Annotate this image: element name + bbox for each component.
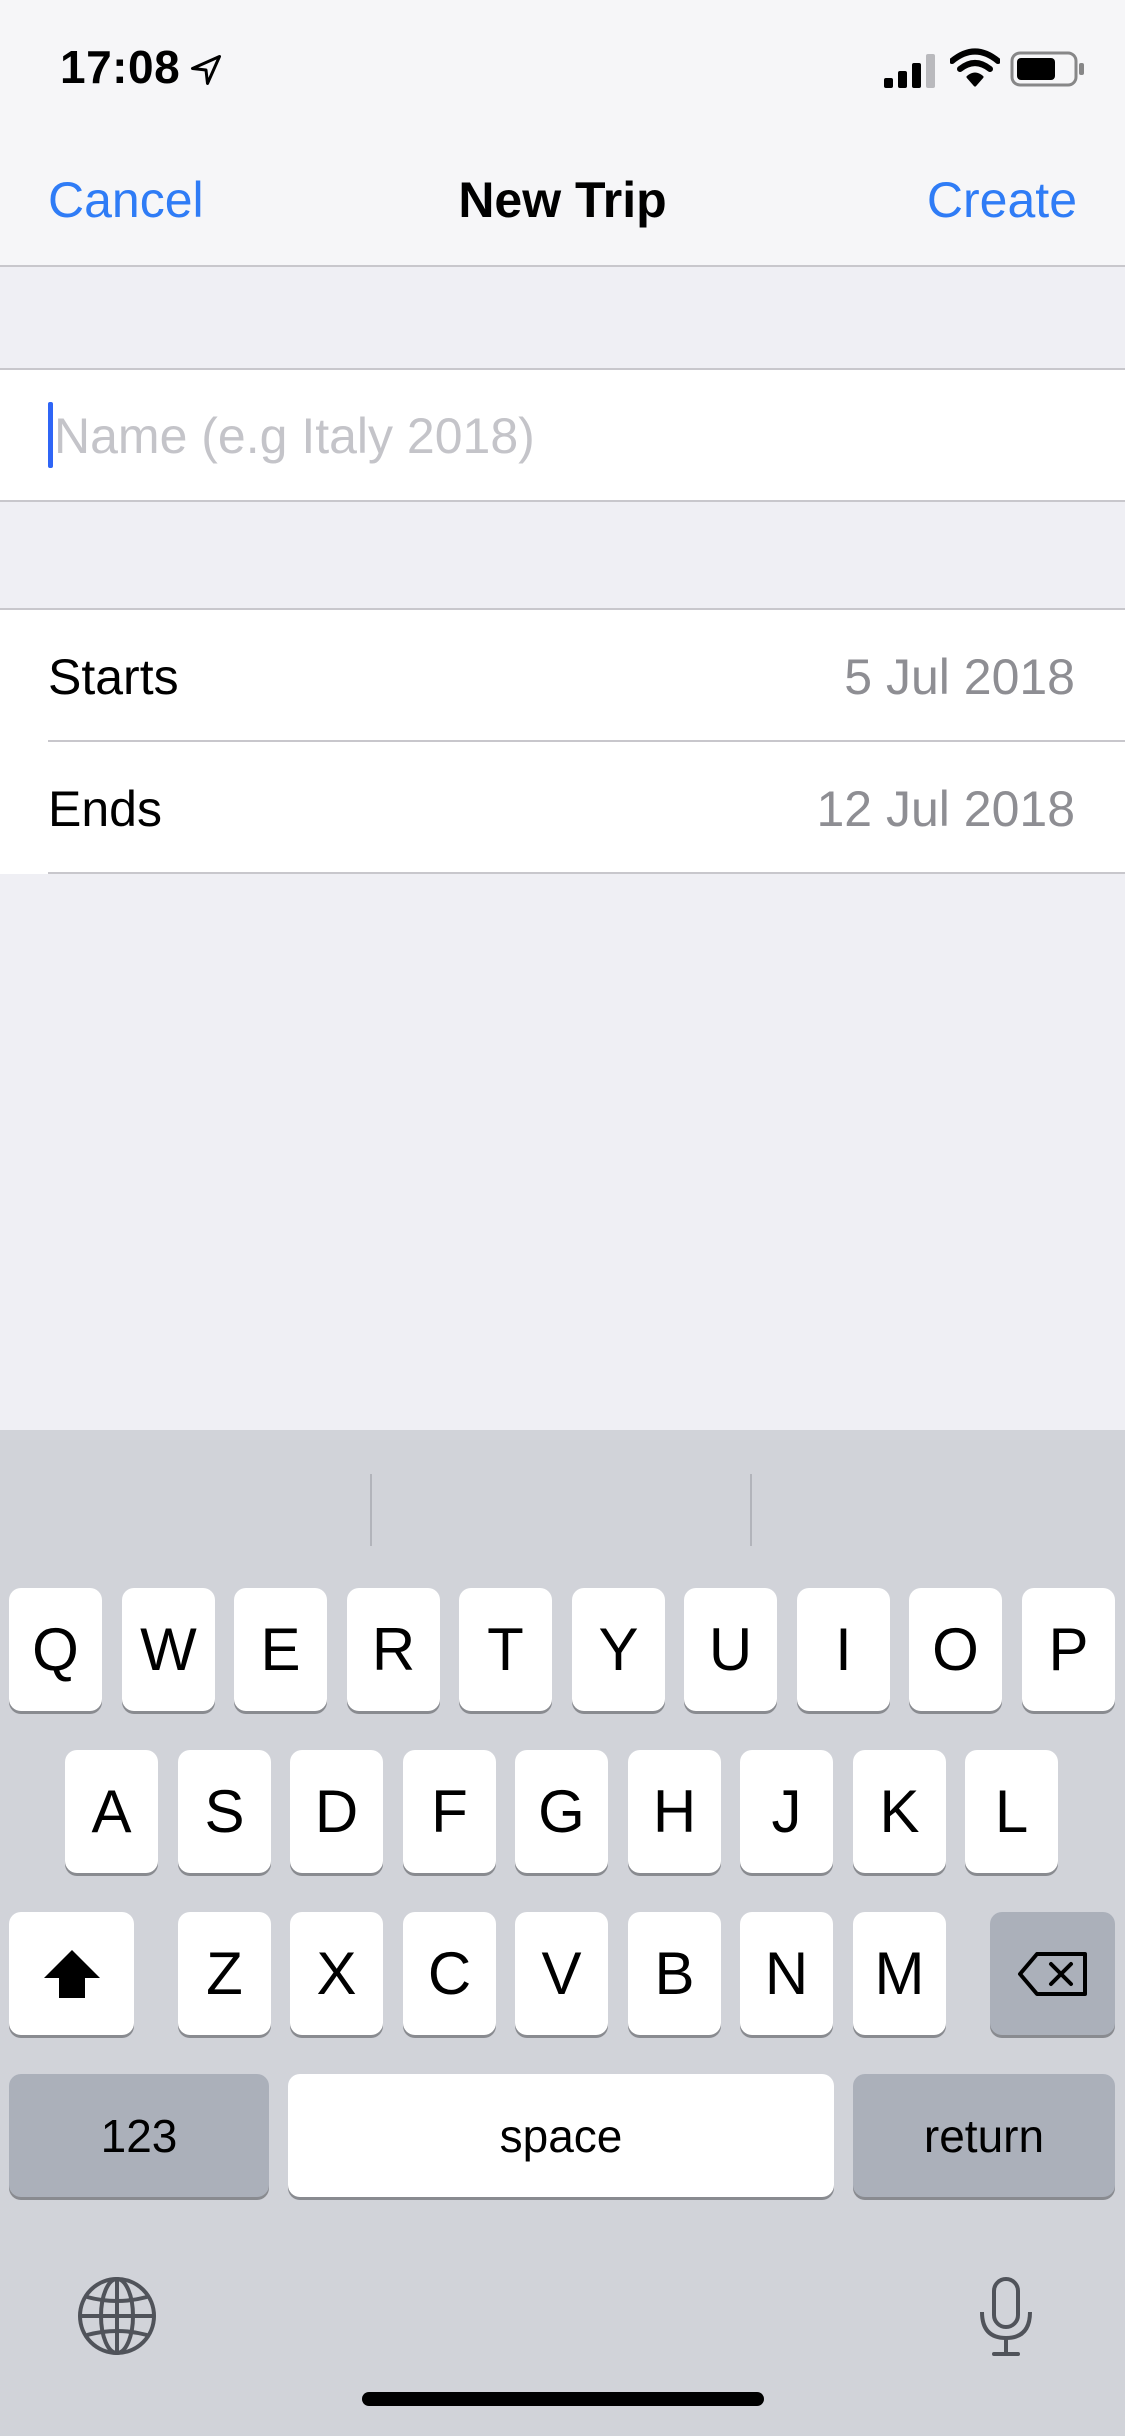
shift-key[interactable] bbox=[9, 1912, 134, 2035]
navigation-bar: Cancel New Trip Create bbox=[0, 135, 1125, 267]
key-x[interactable]: X bbox=[290, 1912, 383, 2035]
ends-date-row[interactable]: Ends 12 Jul 2018 bbox=[0, 742, 1125, 872]
key-y[interactable]: Y bbox=[572, 1588, 665, 1711]
key-q[interactable]: Q bbox=[9, 1588, 102, 1711]
key-p[interactable]: P bbox=[1022, 1588, 1115, 1711]
trip-name-input[interactable] bbox=[52, 390, 1056, 482]
location-arrow-icon bbox=[191, 55, 221, 85]
ends-label: Ends bbox=[48, 781, 162, 837]
trip-name-row bbox=[0, 368, 1125, 502]
key-v[interactable]: V bbox=[515, 1912, 608, 2035]
status-time: 17:08 bbox=[60, 41, 181, 93]
key-s[interactable]: S bbox=[178, 1750, 271, 1873]
key-i[interactable]: I bbox=[797, 1588, 890, 1711]
numbers-key[interactable]: 123 bbox=[9, 2074, 269, 2197]
key-z[interactable]: Z bbox=[178, 1912, 271, 2035]
key-d[interactable]: D bbox=[290, 1750, 383, 1873]
key-u[interactable]: U bbox=[684, 1588, 777, 1711]
key-w[interactable]: W bbox=[122, 1588, 215, 1711]
key-j[interactable]: J bbox=[740, 1750, 833, 1873]
cellular-signal-icon bbox=[884, 54, 935, 88]
return-key[interactable]: return bbox=[853, 2074, 1115, 2197]
key-m[interactable]: M bbox=[853, 1912, 946, 2035]
key-k[interactable]: K bbox=[853, 1750, 946, 1873]
delete-key[interactable] bbox=[990, 1912, 1115, 2035]
starts-date-row[interactable]: Starts 5 Jul 2018 bbox=[0, 610, 1125, 740]
starts-label: Starts bbox=[48, 649, 179, 705]
key-c[interactable]: C bbox=[403, 1912, 496, 2035]
key-o[interactable]: O bbox=[909, 1588, 1002, 1711]
key-a[interactable]: A bbox=[65, 1750, 158, 1873]
delete-icon bbox=[1017, 1951, 1087, 1996]
starts-value: 5 Jul 2018 bbox=[844, 649, 1075, 705]
key-h[interactable]: H bbox=[628, 1750, 721, 1873]
keyboard: Q W E R T Y U I O P A S D F G H J K L Z … bbox=[0, 1430, 1125, 2436]
battery-icon bbox=[1010, 51, 1084, 87]
shift-icon bbox=[43, 1949, 100, 1998]
microphone-icon[interactable] bbox=[976, 2276, 1036, 2358]
ends-value: 12 Jul 2018 bbox=[816, 781, 1075, 837]
key-r[interactable]: R bbox=[347, 1588, 440, 1711]
prediction-divider bbox=[370, 1474, 372, 1546]
key-t[interactable]: T bbox=[459, 1588, 552, 1711]
wifi-icon bbox=[950, 48, 1000, 87]
status-bar: 17:08 bbox=[0, 0, 1125, 135]
key-e[interactable]: E bbox=[234, 1588, 327, 1711]
key-g[interactable]: G bbox=[515, 1750, 608, 1873]
space-key[interactable]: space bbox=[288, 2074, 834, 2197]
date-group: Starts 5 Jul 2018 Ends 12 Jul 2018 bbox=[0, 608, 1125, 874]
key-n[interactable]: N bbox=[740, 1912, 833, 2035]
key-l[interactable]: L bbox=[965, 1750, 1058, 1873]
key-b[interactable]: B bbox=[628, 1912, 721, 2035]
home-indicator[interactable] bbox=[362, 2392, 764, 2406]
row-divider bbox=[48, 872, 1125, 874]
prediction-divider bbox=[750, 1474, 752, 1546]
create-button[interactable]: Create bbox=[927, 171, 1077, 229]
globe-icon[interactable] bbox=[76, 2275, 158, 2357]
key-f[interactable]: F bbox=[403, 1750, 496, 1873]
